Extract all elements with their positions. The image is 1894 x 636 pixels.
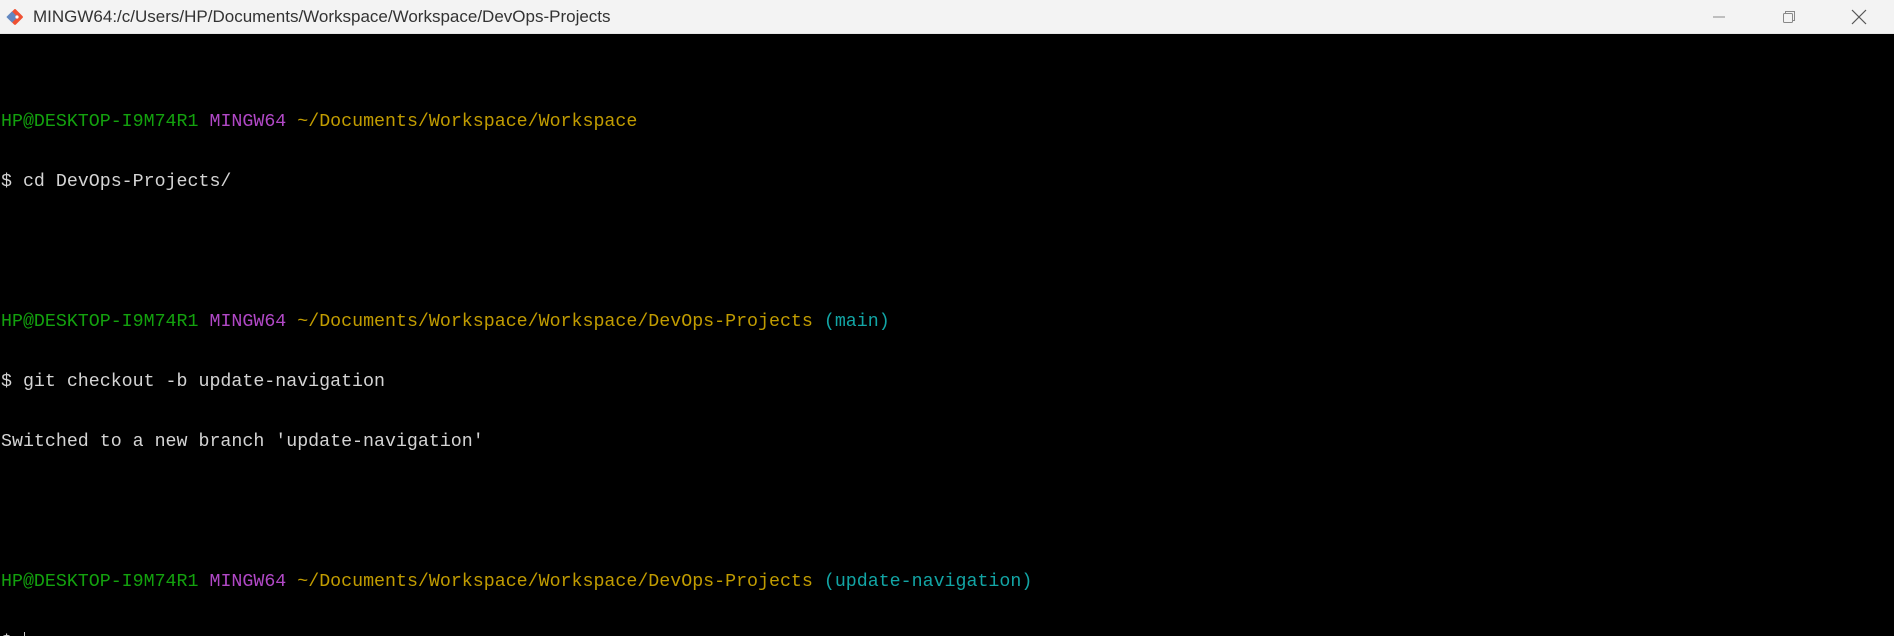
prompt-user-host: HP@DESKTOP-I9M74R1 (1, 112, 199, 132)
prompt-branch: (main) (823, 312, 890, 332)
command-line: $ git checkout -b update-navigation (1, 372, 385, 392)
text-cursor (23, 632, 27, 636)
minimize-icon (1713, 16, 1725, 17)
prompt-user-host: HP@DESKTOP-I9M74R1 (1, 312, 199, 332)
prompt-branch: (update-navigation) (823, 572, 1033, 592)
close-button[interactable] (1824, 0, 1894, 33)
title-bar[interactable]: MINGW64:/c/Users/HP/Documents/Workspace/… (0, 0, 1894, 34)
command-line: $ cd DevOps-Projects/ (1, 172, 232, 192)
terminal-output[interactable]: HP@DESKTOP-I9M74R1 MINGW64 ~/Documents/W… (0, 34, 1894, 636)
window-title: MINGW64:/c/Users/HP/Documents/Workspace/… (33, 6, 611, 26)
prompt-line: HP@DESKTOP-I9M74R1 MINGW64 ~/Documents/W… (1, 572, 1894, 592)
git-bash-icon (2, 0, 28, 33)
prompt-env: MINGW64 (209, 572, 287, 592)
minimize-button[interactable] (1684, 0, 1754, 33)
terminal-window: MINGW64:/c/Users/HP/Documents/Workspace/… (0, 0, 1894, 636)
window-controls (1684, 0, 1894, 33)
prompt-user-host: HP@DESKTOP-I9M74R1 (1, 572, 199, 592)
prompt-path: ~/Documents/Workspace/Workspace/DevOps-P… (297, 312, 813, 332)
prompt-path: ~/Documents/Workspace/Workspace (297, 112, 638, 132)
restore-button[interactable] (1754, 0, 1824, 33)
prompt-env: MINGW64 (209, 112, 287, 132)
close-icon (1851, 9, 1867, 24)
output-line: Switched to a new branch 'update-navigat… (1, 432, 484, 452)
prompt-path: ~/Documents/Workspace/Workspace/DevOps-P… (297, 572, 813, 592)
input-line[interactable]: $ (1, 632, 1894, 636)
prompt-line: HP@DESKTOP-I9M74R1 MINGW64 ~/Documents/W… (1, 312, 1894, 332)
prompt-env: MINGW64 (209, 312, 287, 332)
restore-icon (1783, 10, 1795, 23)
prompt-line: HP@DESKTOP-I9M74R1 MINGW64 ~/Documents/W… (1, 112, 1894, 132)
